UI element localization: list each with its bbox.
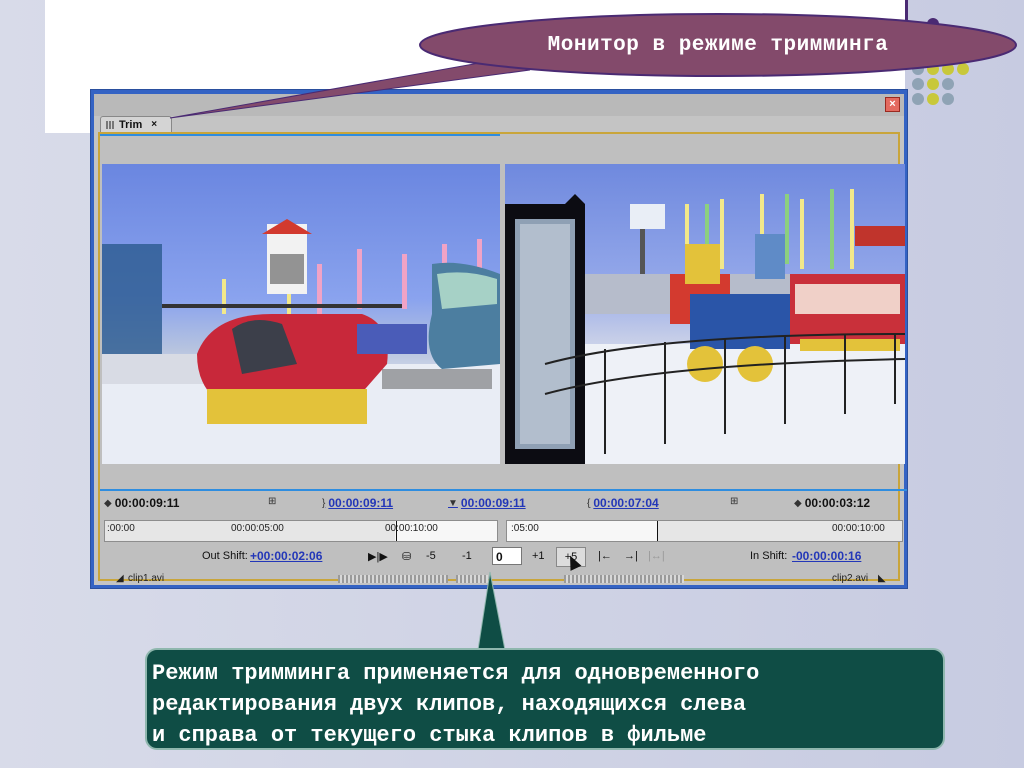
out-point-icon: } <box>322 497 326 509</box>
clip-track-icon: ◣ <box>878 573 886 584</box>
left-marker-timecode[interactable]: ▼ 00:00:09:11 <box>448 496 526 510</box>
left-jog-shuttle[interactable] <box>338 575 448 583</box>
out-shift-value[interactable]: +00:00:02:06 <box>250 549 322 563</box>
clip-track-icon: ◢ <box>116 573 124 584</box>
center-jog-shuttle[interactable] <box>456 575 488 583</box>
tab-label: Trim <box>119 118 143 131</box>
tab-trim[interactable]: Trim × <box>100 116 172 132</box>
go-to-next-edit-icon[interactable]: →| <box>624 550 638 562</box>
active-strip-bottom <box>100 489 907 491</box>
clip-name-row: ◢ clip1.avi clip2.avi ◣ <box>100 571 898 587</box>
playhead-icon: ◆ <box>104 497 112 509</box>
playhead-icon: ◆ <box>794 497 802 509</box>
right-time-ruler[interactable]: :05:00 00:00:10:00 <box>506 520 903 542</box>
left-safe-margin-icon[interactable]: ⊞ <box>268 496 276 507</box>
active-strip <box>100 134 500 136</box>
trim-amount-input[interactable]: 0 <box>492 547 522 565</box>
in-shift-label: In Shift: <box>750 550 788 562</box>
marker-icon: ▼ <box>448 497 458 509</box>
in-point-icon: { <box>587 497 591 509</box>
window-titlebar: × <box>94 94 904 116</box>
right-in-value: 00:00:07:04 <box>593 496 659 510</box>
left-current-timecode[interactable]: ◆ 00:00:09:11 <box>104 496 179 510</box>
right-in-timecode[interactable]: { 00:00:07:04 <box>587 496 659 510</box>
trim-plus1-button[interactable]: +1 <box>532 550 545 562</box>
jump-edit-icon[interactable]: |↔| <box>648 550 665 562</box>
right-playhead[interactable] <box>657 521 658 541</box>
left-marker-value: 00:00:09:11 <box>460 496 526 510</box>
in-shift-value[interactable]: -00:00:00:16 <box>792 549 861 563</box>
ruler-tick-label: :00:00 <box>107 523 135 534</box>
trim-tool-icon[interactable]: ⛁ <box>402 550 411 563</box>
right-current-timecode[interactable]: ◆ 00:00:03:12 <box>794 496 870 510</box>
left-clip-preview[interactable] <box>102 164 500 464</box>
trim-panel: ◆ 00:00:09:11 ⊞ } 00:00:09:11 ▼ 00:00:09… <box>98 132 907 584</box>
tab-close-icon[interactable]: × <box>151 119 157 130</box>
bottom-callout-text: Режим тримминга применяется для одноврем… <box>152 661 760 748</box>
top-callout-text: Монитор в режиме тримминга <box>547 33 889 57</box>
right-current-value: 00:00:03:12 <box>804 496 871 510</box>
close-icon[interactable]: × <box>885 97 900 112</box>
trim-minus1-button[interactable]: -1 <box>462 550 472 562</box>
window-body: × Trim × ◆ 00:00:09:11 ⊞} 00:00:09:11 ▼… <box>94 94 907 585</box>
trim-controls: Out Shift: +00:00:02:06 ▶|▶ ⛁ -5 -1 0 +1… <box>100 547 898 571</box>
left-out-value: 00:00:09:11 <box>328 496 394 510</box>
play-edit-icon[interactable]: ▶|▶ <box>368 550 388 563</box>
right-safe-margin-icon[interactable]: ⊞ <box>730 496 738 507</box>
right-clip-name: clip2.avi <box>832 573 869 584</box>
ruler-tick-label: :05:00 <box>511 523 539 534</box>
ruler-tick-label: 00:00:10:00 <box>832 523 885 534</box>
ruler-tick-label: 00:00:10:00 <box>385 523 438 534</box>
right-clip-preview[interactable] <box>505 164 905 464</box>
trim-monitor-window: × Trim × ◆ 00:00:09:11 ⊞} 00:00:09:11 ▼… <box>90 89 908 589</box>
trim-minus5-button[interactable]: -5 <box>426 550 436 562</box>
bottom-callout: Режим тримминга применяется для одноврем… <box>145 648 945 750</box>
ruler-tick-label: 00:00:05:00 <box>231 523 284 534</box>
top-callout: Монитор в режиме тримминга <box>418 12 1018 78</box>
left-out-timecode[interactable]: } 00:00:09:11 <box>322 496 393 510</box>
right-jog-shuttle[interactable] <box>564 575 684 583</box>
left-time-ruler[interactable]: :00:00 00:00:05:00 00:00:10:00 <box>104 520 498 542</box>
out-shift-label: Out Shift: <box>202 550 248 562</box>
left-clip-name: clip1.avi <box>128 573 165 584</box>
grip-icon <box>106 120 114 129</box>
go-to-prev-edit-icon[interactable]: |← <box>598 550 612 562</box>
left-current-value: 00:00:09:11 <box>114 496 180 510</box>
